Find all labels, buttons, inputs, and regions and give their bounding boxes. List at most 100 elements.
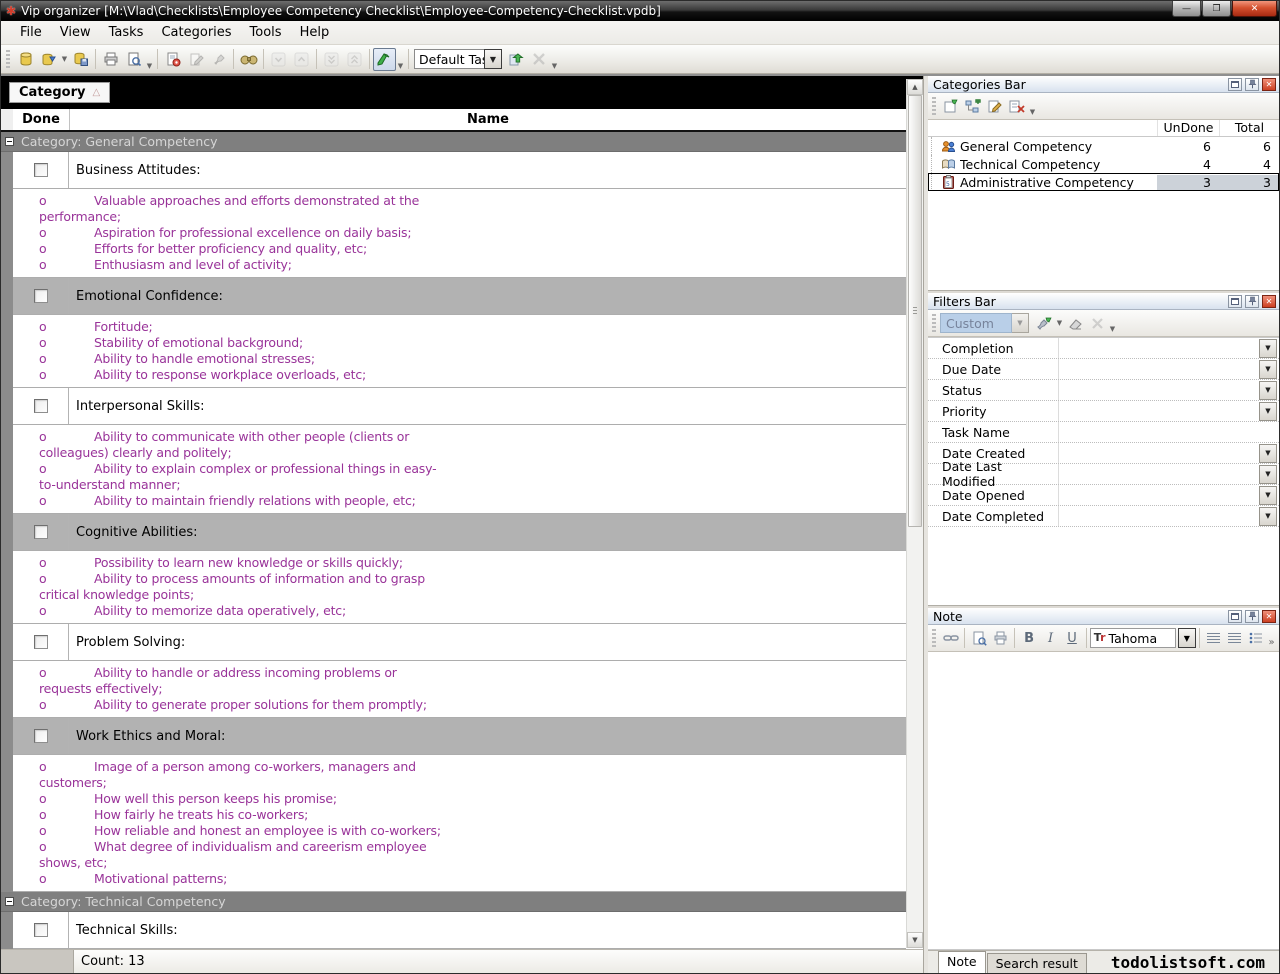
apply-filter-button[interactable] xyxy=(1033,312,1055,334)
close-panel-button[interactable]: ✕ xyxy=(1262,610,1276,623)
filter-row-task-name[interactable]: Task Name xyxy=(928,422,1279,443)
collapse-minus-icon[interactable] xyxy=(5,897,14,906)
filter-row-priority[interactable]: Priority ▼ xyxy=(928,401,1279,422)
task-tools-button[interactable] xyxy=(207,48,230,71)
filter-dropdown-icon[interactable]: ▼ xyxy=(1259,360,1277,379)
print-preview-button[interactable] xyxy=(122,48,145,71)
menu-tasks[interactable]: Tasks xyxy=(100,22,153,43)
collapse-minus-icon[interactable] xyxy=(5,137,14,146)
filter-row-due-date[interactable]: Due Date ▼ xyxy=(928,359,1279,380)
underline-button[interactable]: U xyxy=(1061,627,1082,649)
pin-panel-button[interactable] xyxy=(1245,78,1259,91)
filter-dropdown-icon[interactable]: ▼ xyxy=(1259,339,1277,358)
task-row[interactable]: Business Attitudes: xyxy=(13,152,906,189)
task-row[interactable]: Technical Skills: xyxy=(13,912,906,949)
done-column-header[interactable]: Done xyxy=(13,109,69,130)
filter-dropdown-icon[interactable]: ▼ xyxy=(1259,402,1277,421)
vertical-scrollbar[interactable]: ▲ ▼ xyxy=(906,79,923,948)
apply-template-button[interactable] xyxy=(504,48,527,71)
new-database-button[interactable] xyxy=(14,48,37,71)
filter-value[interactable] xyxy=(1059,485,1259,505)
new-task-button[interactable] xyxy=(161,48,184,71)
task-done-checkbox[interactable] xyxy=(34,399,48,413)
delete-filter-button[interactable] xyxy=(1086,312,1108,334)
apply-filter-caret-icon[interactable]: ▼ xyxy=(1055,319,1064,327)
task-done-checkbox[interactable] xyxy=(34,525,48,539)
move-top-button[interactable] xyxy=(343,48,366,71)
close-panel-button[interactable]: ✕ xyxy=(1262,78,1276,91)
task-done-checkbox[interactable] xyxy=(34,163,48,177)
print-overflow-caret-icon[interactable]: ▼ xyxy=(145,62,154,73)
toolbar-grip[interactable] xyxy=(932,629,936,647)
task-row[interactable]: Cognitive Abilities: xyxy=(13,514,906,551)
filter-value[interactable] xyxy=(1059,506,1259,526)
task-done-checkbox[interactable] xyxy=(34,635,48,649)
toolbar-overflow-caret-icon[interactable]: ▼ xyxy=(550,62,559,73)
new-subcategory-button[interactable] xyxy=(962,95,984,117)
task-template-value[interactable]: Default Task xyxy=(414,49,484,69)
task-template-dropdown-icon[interactable]: ▼ xyxy=(484,49,502,69)
open-database-dropdown-icon[interactable]: ▼ xyxy=(60,55,69,63)
task-done-checkbox[interactable] xyxy=(34,923,48,937)
restore-button[interactable]: ❐ xyxy=(1202,1,1231,17)
align-right-button[interactable] xyxy=(1224,627,1245,649)
category-row-technical[interactable]: Technical Competency 4 4 xyxy=(928,155,1279,173)
menu-tools[interactable]: Tools xyxy=(241,22,291,43)
filter-preset-value[interactable]: Custom xyxy=(940,313,1012,333)
toolbar-grip[interactable] xyxy=(932,314,936,332)
filter-dropdown-icon[interactable]: ▼ xyxy=(1259,465,1277,484)
group-header-row[interactable]: Category: Technical Competency xyxy=(1,892,906,912)
note-toolbar-overflow-icon[interactable]: » xyxy=(1267,637,1276,651)
sort-category-button[interactable]: Category △ xyxy=(9,82,110,103)
filter-row-completion[interactable]: Completion ▼ xyxy=(928,338,1279,359)
delete-category-button[interactable] xyxy=(1006,95,1028,117)
edit-category-button[interactable] xyxy=(984,95,1006,117)
insert-link-button[interactable] xyxy=(940,627,961,649)
filter-value[interactable] xyxy=(1059,443,1259,463)
delete-template-button[interactable] xyxy=(527,48,550,71)
font-family-dropdown-icon[interactable]: ▼ xyxy=(1178,628,1196,648)
pin-panel-button[interactable] xyxy=(1245,295,1259,308)
minimize-button[interactable]: — xyxy=(1172,1,1201,17)
filter-row-status[interactable]: Status ▼ xyxy=(928,380,1279,401)
task-row[interactable]: Interpersonal Skills: xyxy=(13,388,906,425)
notes-view-toggle[interactable] xyxy=(373,48,396,71)
minimize-panel-button[interactable] xyxy=(1228,610,1242,623)
scroll-up-icon[interactable]: ▲ xyxy=(907,79,923,95)
task-done-checkbox[interactable] xyxy=(34,289,48,303)
bold-button[interactable]: B xyxy=(1018,627,1039,649)
filter-value[interactable] xyxy=(1059,401,1259,421)
italic-button[interactable]: I xyxy=(1040,627,1061,649)
filter-value[interactable] xyxy=(1059,464,1259,484)
scroll-down-icon[interactable]: ▼ xyxy=(907,932,923,948)
menu-file[interactable]: File xyxy=(11,22,51,43)
move-down-button[interactable] xyxy=(267,48,290,71)
filter-value[interactable] xyxy=(1059,422,1279,442)
font-family-combo[interactable]: Tr Tahoma ▼ xyxy=(1090,628,1196,648)
close-panel-button[interactable]: ✕ xyxy=(1262,295,1276,308)
scrollbar-thumb[interactable] xyxy=(908,95,922,527)
new-category-button[interactable] xyxy=(940,95,962,117)
filter-dropdown-icon[interactable]: ▼ xyxy=(1259,486,1277,505)
group-header-row[interactable]: Category: General Competency xyxy=(1,132,906,152)
categories-toolbar-overflow-icon[interactable]: ▼ xyxy=(1028,108,1037,119)
category-row-administrative[interactable]: 5 Administrative Competency 3 3 xyxy=(928,173,1279,191)
category-row-general[interactable]: General Competency 6 6 xyxy=(928,137,1279,155)
undone-column-header[interactable]: UnDone xyxy=(1157,120,1219,136)
find-button[interactable] xyxy=(237,48,260,71)
name-column-header[interactable]: Name xyxy=(70,109,906,130)
note-text-area[interactable] xyxy=(928,652,1279,950)
align-left-button[interactable] xyxy=(1203,627,1224,649)
pin-panel-button[interactable] xyxy=(1245,610,1259,623)
filter-row-date-opened[interactable]: Date Opened ▼ xyxy=(928,485,1279,506)
tab-note[interactable]: Note xyxy=(938,951,986,973)
move-up-button[interactable] xyxy=(290,48,313,71)
close-button[interactable]: ✕ xyxy=(1232,1,1277,17)
filter-preset-combo[interactable]: Custom ▼ xyxy=(940,313,1029,333)
minimize-panel-button[interactable] xyxy=(1228,78,1242,91)
save-database-button[interactable] xyxy=(69,48,92,71)
menu-view[interactable]: View xyxy=(51,22,100,43)
menu-categories[interactable]: Categories xyxy=(152,22,240,43)
edit-task-button[interactable] xyxy=(184,48,207,71)
filter-dropdown-icon[interactable]: ▼ xyxy=(1259,381,1277,400)
